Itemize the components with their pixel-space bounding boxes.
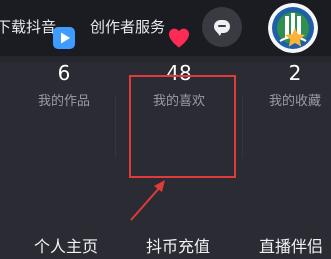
stat-divider: [242, 96, 243, 158]
tab-coin-recharge[interactable]: 抖币充值: [146, 233, 210, 257]
annotation-highlight-box: [129, 75, 236, 178]
my-favorites-stat[interactable]: 2 我的收藏: [245, 26, 331, 109]
my-works-count: 6: [57, 61, 71, 85]
my-works-label: 我的作品: [37, 94, 90, 109]
my-works-stat[interactable]: 6 我的作品: [14, 26, 114, 109]
heart-icon: [169, 28, 189, 48]
star-icon: [285, 27, 305, 47]
tab-live-companion[interactable]: 直播伴侣: [259, 233, 323, 257]
annotation-arrow: [130, 180, 165, 221]
play-icon: [53, 27, 75, 49]
tab-personal-home[interactable]: 个人主页: [34, 233, 98, 257]
my-favorites-count: 2: [288, 61, 302, 85]
stat-divider: [115, 96, 116, 158]
my-favorites-label: 我的收藏: [268, 94, 321, 109]
